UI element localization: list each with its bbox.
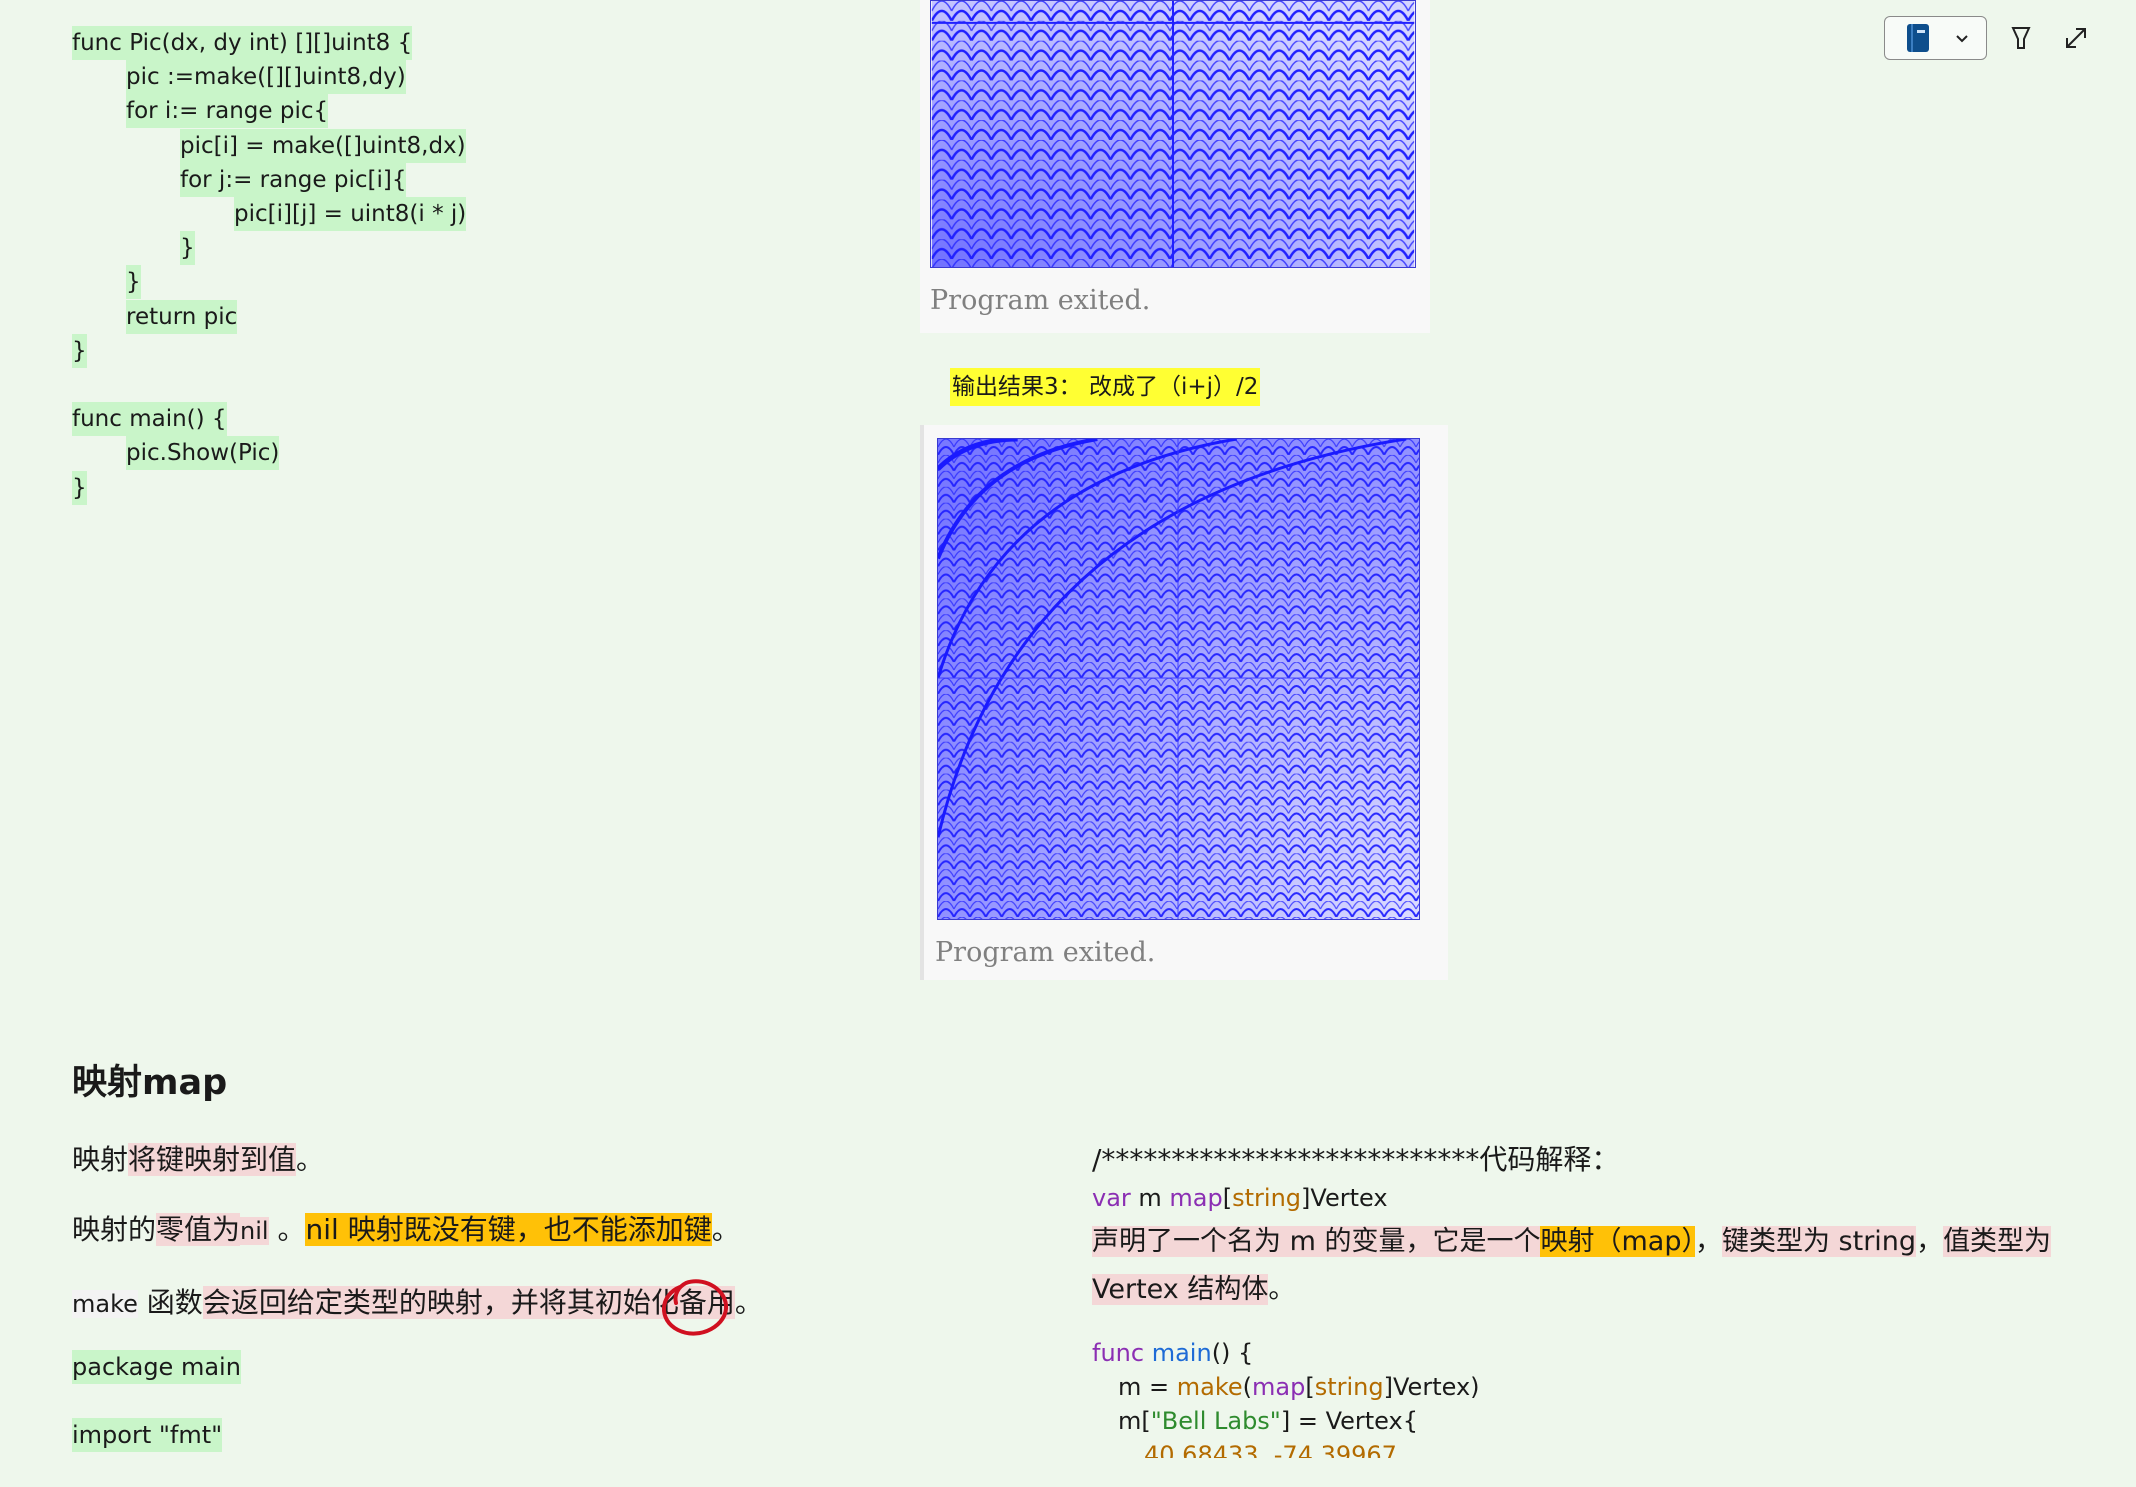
code-line: pic.Show(Pic) [126,436,280,471]
output-caption: 输出结果3： 改成了（i+j）/2 [950,368,1261,406]
paragraph-map-zero: 映射的零值为nil 。nil 映射既没有键，也不能添加键。 [72,1213,740,1246]
code-line: return pic [126,299,238,334]
expand-icon[interactable] [2063,25,2089,55]
highlighter-icon[interactable] [2008,24,2034,56]
explain-header: /***************************代码解释： [1092,1143,1620,1176]
code-func-main-line: func main() { [1092,1339,1254,1367]
code-line: } [72,470,87,505]
program-exited-text: Program exited. [930,285,1151,316]
output-image-3 [937,438,1420,920]
code-line: } [180,231,195,266]
code-line: } [126,265,141,300]
code-line: pic[i][j] = uint8(i * j) [234,197,467,231]
paragraph-map-intro: 映射将键映射到值。 [72,1143,325,1176]
notebook-selector[interactable] [1884,16,1987,60]
section-title: 映射map [72,1063,228,1103]
code-line: pic :=make([][]uint8,dy) [126,60,406,95]
notebook-icon [1905,23,1933,57]
code-package-line: package main [72,1350,241,1384]
explain-description-line2: Vertex 结构体。 [1092,1274,1296,1305]
code-import-line: import "fmt" [72,1418,223,1452]
program-output-1: Program exited. [920,0,1430,333]
code-line: func Pic(dx, dy int) [][]uint8 { [72,26,413,60]
chevron-down-icon[interactable] [1953,29,1971,51]
code-coords-line: 40.68433, -74.39967, [1144,1441,1405,1458]
code-make-line: m = make(map[string]Vertex) [1118,1373,1480,1401]
ink-annotation-circle [662,1279,729,1336]
code-line: } [72,333,87,368]
code-assign-line: m["Bell Labs"] = Vertex{ [1118,1407,1418,1435]
code-line: func main() { [72,402,227,437]
explain-description-line1: 声明了一个名为 m 的变量，它是一个映射（map），键类型为 string，值类… [1092,1226,2052,1257]
code-line: for j:= range pic[i]{ [180,162,407,197]
program-output-3: Program exited. [920,425,1448,980]
code-line: for i:= range pic{ [126,94,329,129]
output-image-1 [930,0,1416,268]
code-var-line: var m map[string]Vertex [1092,1184,1388,1212]
code-line: pic[i] = make([]uint8,dx) [180,128,466,163]
program-exited-text-3: Program exited. [935,937,1156,968]
